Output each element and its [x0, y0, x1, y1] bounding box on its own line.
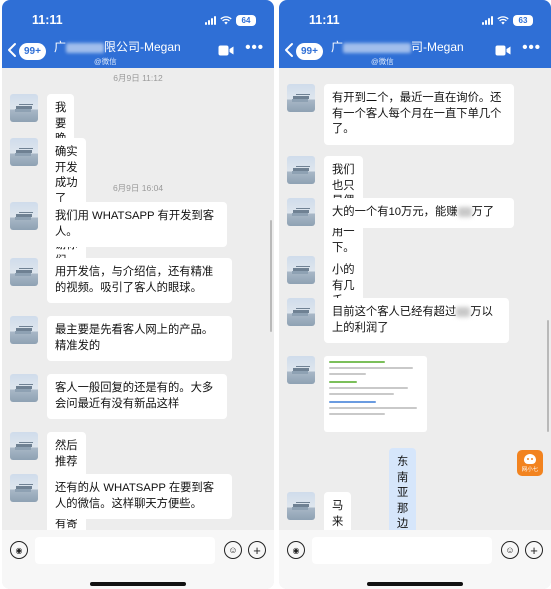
- message-bubble[interactable]: 大的一个有10万元，能赚 万了: [324, 198, 514, 228]
- chat-header: 11:11 64 99+ 广限公司-Megan @微信 •••: [2, 0, 274, 68]
- home-indicator: [90, 582, 186, 586]
- contact-avatar[interactable]: [10, 432, 38, 460]
- contact-avatar[interactable]: [10, 202, 38, 230]
- contact-avatar[interactable]: [10, 94, 38, 122]
- message-bubble[interactable]: 客人一般回复的还是有的。大多会问最近有没有新品这样: [47, 374, 227, 419]
- message-bubble[interactable]: 有开到二个，最近一直在询价。还有一个客人每个月在一直下单几个了。: [324, 84, 514, 145]
- message-bubble[interactable]: 我们用 WHATSAPP 有开发到客人。: [47, 202, 227, 247]
- message-input[interactable]: [312, 537, 492, 564]
- input-bar: ◉ ☺ +: [2, 530, 274, 589]
- wifi-icon: [497, 16, 509, 25]
- contact-avatar[interactable]: [287, 198, 315, 226]
- screenshot-image-message[interactable]: [324, 356, 427, 432]
- chat-screen-left: 11:11 64 99+ 广限公司-Megan @微信 ••• 6月9日 11:: [2, 0, 274, 589]
- chat-subtitle: @微信: [94, 57, 117, 66]
- contact-avatar[interactable]: [287, 256, 315, 284]
- contact-avatar[interactable]: [287, 356, 315, 384]
- home-indicator: [367, 582, 463, 586]
- message-bubble[interactable]: 目前这个客人已经有超过 万以上的利润了: [324, 298, 509, 343]
- signal-icon: [205, 16, 216, 25]
- chat-subtitle: @微信: [371, 57, 394, 66]
- message-list[interactable]: 6月9日 11:12 我要晚会和你讲哈 确实开发成功了哈。很感谢你们 6月9日 …: [2, 68, 274, 530]
- back-chevron-icon[interactable]: [284, 42, 294, 58]
- status-bar: 11:11 63: [279, 12, 551, 30]
- more-options-icon[interactable]: •••: [245, 39, 264, 56]
- video-call-icon[interactable]: [495, 45, 511, 56]
- wifi-icon: [220, 16, 232, 25]
- status-time: 11:11: [32, 13, 63, 27]
- status-time: 11:11: [309, 13, 340, 27]
- contact-avatar[interactable]: [287, 156, 315, 184]
- scrollbar[interactable]: [270, 220, 272, 332]
- emoji-icon[interactable]: ☺: [224, 541, 242, 559]
- chat-title: 广限公司-Megan: [54, 40, 181, 54]
- signal-icon: [482, 16, 493, 25]
- my-avatar[interactable]: 网小七: [517, 450, 543, 476]
- chat-screen-right: 11:11 63 99+ 广司-Megan @微信 ••• 有开到二个，最近一直…: [279, 0, 551, 589]
- contact-avatar[interactable]: [10, 258, 38, 286]
- message-list[interactable]: 有开到二个，最近一直在询价。还有一个客人每个月在一直下单几个了。 我们也只是偶尔…: [279, 68, 551, 530]
- emoji-icon[interactable]: ☺: [501, 541, 519, 559]
- message-bubble[interactable]: 马来西亚的: [324, 492, 352, 530]
- contact-avatar[interactable]: [10, 138, 38, 166]
- unread-badge[interactable]: 99+: [296, 43, 323, 60]
- redacted-amount: [456, 307, 471, 318]
- input-bar: ◉ ☺ +: [279, 530, 551, 589]
- battery-icon: 63: [513, 15, 533, 26]
- contact-avatar[interactable]: [10, 474, 38, 502]
- chat-title: 广司-Megan: [331, 40, 464, 54]
- contact-avatar[interactable]: [10, 316, 38, 344]
- battery-icon: 64: [236, 15, 256, 26]
- chat-header: 11:11 63 99+ 广司-Megan @微信 •••: [279, 0, 551, 68]
- video-call-icon[interactable]: [218, 45, 234, 56]
- contact-avatar[interactable]: [10, 374, 38, 402]
- contact-avatar[interactable]: [287, 298, 315, 326]
- plus-icon[interactable]: +: [525, 541, 543, 559]
- timestamp: 6月9日 11:12: [113, 73, 163, 83]
- unread-badge[interactable]: 99+: [19, 43, 46, 60]
- voice-input-icon[interactable]: ◉: [10, 541, 28, 559]
- plus-icon[interactable]: +: [248, 541, 266, 559]
- my-message-bubble[interactable]: 东南亚那边的客户吗: [389, 448, 417, 530]
- message-bubble[interactable]: 用开发信，与介绍信，还有精准的视频。吸引了客人的眼球。: [47, 258, 232, 303]
- contact-avatar[interactable]: [287, 492, 315, 520]
- message-input[interactable]: [35, 537, 215, 564]
- timestamp: 6月9日 16:04: [112, 183, 164, 193]
- status-bar: 11:11 64: [2, 12, 274, 30]
- back-chevron-icon[interactable]: [7, 42, 17, 58]
- message-bubble[interactable]: 还有的从 WHATSAPP 在要到客人的微信。这样聊天方便些。: [47, 474, 232, 519]
- scrollbar[interactable]: [547, 320, 549, 432]
- contact-avatar[interactable]: [287, 84, 315, 112]
- redacted-amount: [457, 207, 472, 218]
- voice-input-icon[interactable]: ◉: [287, 541, 305, 559]
- message-bubble[interactable]: 最主要是先看客人网上的产品。精准发的: [47, 316, 232, 361]
- more-options-icon[interactable]: •••: [522, 39, 541, 56]
